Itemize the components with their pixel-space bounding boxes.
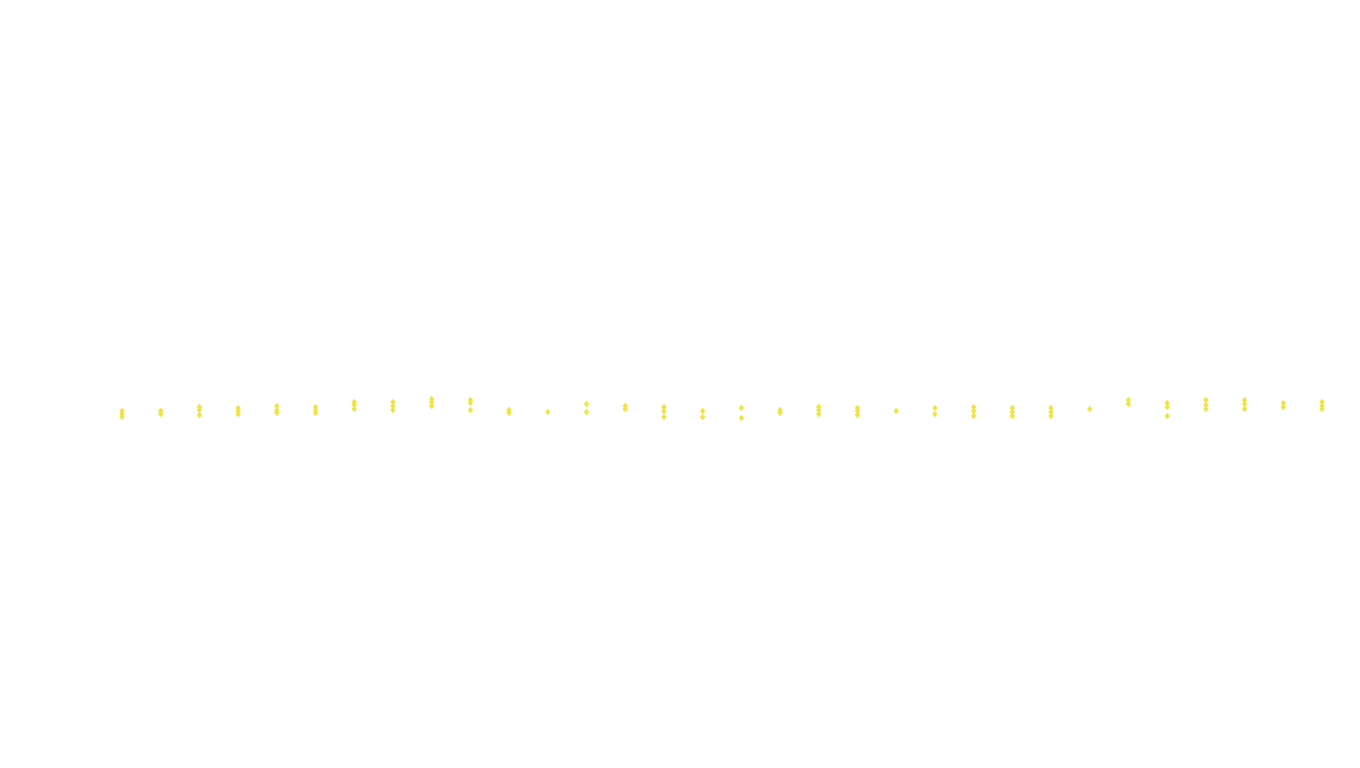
category-column-16 — [699, 407, 706, 421]
category-column-22 — [932, 404, 938, 418]
data-point — [854, 411, 861, 419]
data-point — [1009, 412, 1016, 420]
category-column-24 — [1009, 404, 1016, 420]
category-column-31 — [1280, 399, 1287, 411]
data-point — [661, 413, 667, 421]
category-column-15 — [661, 403, 667, 421]
data-point — [661, 407, 667, 415]
category-column-17 — [738, 404, 745, 422]
data-point — [196, 411, 203, 419]
category-column-1 — [119, 407, 125, 421]
category-column-21 — [893, 407, 899, 415]
data-point — [1164, 412, 1170, 420]
category-column-8 — [390, 398, 396, 414]
category-column-10 — [467, 396, 474, 414]
data-point — [699, 407, 706, 415]
data-point — [738, 404, 745, 412]
category-column-18 — [777, 406, 783, 417]
data-point — [893, 407, 899, 415]
data-point — [738, 414, 745, 422]
category-column-20 — [854, 404, 861, 419]
category-column-7 — [351, 398, 357, 413]
data-point — [351, 405, 357, 413]
category-column-19 — [816, 403, 822, 418]
data-point — [1048, 412, 1054, 420]
category-column-14 — [622, 402, 628, 413]
data-point — [1280, 403, 1287, 411]
data-point — [390, 406, 396, 414]
category-column-5 — [274, 402, 280, 417]
data-point — [1125, 400, 1132, 408]
category-column-9 — [428, 395, 435, 410]
data-point — [932, 410, 938, 418]
data-point — [699, 413, 706, 421]
data-point — [467, 406, 474, 414]
data-point — [583, 408, 590, 416]
data-point — [816, 410, 822, 418]
plot-area — [119, 395, 1325, 422]
category-column-6 — [312, 403, 319, 417]
data-point — [1241, 405, 1248, 413]
category-column-11 — [506, 406, 512, 417]
category-column-2 — [157, 407, 164, 418]
data-point — [583, 400, 590, 408]
category-column-13 — [583, 400, 590, 416]
category-column-29 — [1203, 396, 1209, 413]
category-column-32 — [1319, 398, 1325, 413]
category-column-28 — [1164, 399, 1170, 420]
strip-plot — [119, 395, 1325, 422]
category-column-23 — [970, 403, 977, 420]
category-column-26 — [1087, 405, 1093, 413]
category-column-12 — [545, 408, 551, 416]
data-point — [932, 404, 938, 412]
data-point — [545, 408, 551, 416]
category-column-30 — [1241, 396, 1248, 413]
category-column-3 — [196, 403, 203, 419]
data-point — [428, 402, 435, 410]
category-column-4 — [235, 404, 241, 418]
category-column-27 — [1125, 396, 1132, 408]
data-point — [1087, 405, 1093, 413]
data-point — [970, 412, 977, 420]
category-column-25 — [1048, 404, 1054, 420]
data-point — [1203, 405, 1209, 413]
data-point — [1164, 403, 1170, 411]
